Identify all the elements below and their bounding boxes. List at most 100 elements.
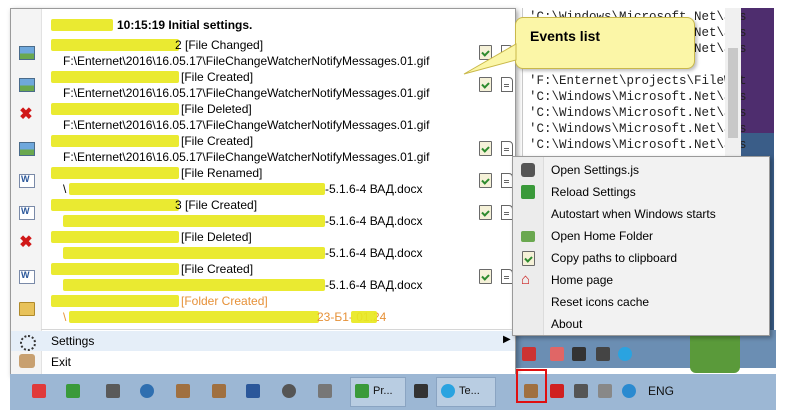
event-path-row[interactable]: F:\Enternet\2016\16.05.17\FileChangeWatc… xyxy=(11,85,515,101)
event-row[interactable]: [File Created] xyxy=(11,261,515,284)
event-path: -5.1.6-4 ВАД.docx xyxy=(325,246,423,260)
menu-separator xyxy=(41,329,515,330)
redacted-highlight xyxy=(63,247,325,259)
tray-app-icon[interactable] xyxy=(574,384,588,398)
event-path-row[interactable]: F:\Enternet\2016\16.05.17\FileChangeWatc… xyxy=(11,45,515,69)
redacted-highlight xyxy=(351,311,377,323)
tray-app-icon[interactable] xyxy=(522,347,536,361)
event-path: -5.1.6-4 ВАД.docx xyxy=(325,182,423,196)
language-indicator[interactable]: ENG xyxy=(648,384,674,398)
tray-app-icon[interactable] xyxy=(572,347,586,361)
menu-item-open-home-folder[interactable]: Open Home Folder xyxy=(513,225,769,247)
event-row[interactable]: ✖ [File Deleted] xyxy=(11,101,515,123)
event-path-row[interactable]: F:\Enternet\2016\16.05.17\FileChangeWatc… xyxy=(11,117,515,133)
event-path: F:\Enternet\2016\16.05.17\FileChangeWatc… xyxy=(63,54,430,68)
path-prefix: \ xyxy=(63,182,67,196)
event-path: F:\Enternet\2016\16.05.17\FileChangeWatc… xyxy=(63,150,430,164)
exit-menu-item[interactable]: Exit xyxy=(11,352,515,372)
event-row[interactable]: [File Created] xyxy=(11,133,515,156)
tray-app-icon[interactable] xyxy=(550,384,564,398)
redacted-highlight xyxy=(63,215,325,227)
redacted-highlight xyxy=(69,183,325,195)
event-status: [File Created] xyxy=(181,134,254,148)
menu-label: Open Settings.js xyxy=(551,163,640,177)
redacted-highlight xyxy=(51,167,179,179)
event-status: 3 [File Created] xyxy=(175,198,258,212)
event-status: [File Created] xyxy=(181,70,254,84)
event-path-row[interactable]: -5.1.6-4 ВАД.docx xyxy=(11,245,515,261)
redacted-highlight xyxy=(51,199,179,211)
clipboard-icon xyxy=(522,251,535,266)
menu-item-autostart[interactable]: Autostart when Windows starts xyxy=(513,203,769,225)
redacted-highlight xyxy=(69,311,319,323)
folder-open-icon xyxy=(521,231,535,242)
event-path: F:\Enternet\2016\16.05.17\FileChangeWatc… xyxy=(63,118,430,132)
taskbar-app-icon[interactable] xyxy=(32,384,46,398)
console-line: 'C:\Windows\Microsoft.Net\ass xyxy=(529,122,747,136)
console-line: 'F:\Enternet\projects\FileWat xyxy=(529,74,747,88)
event-path-row[interactable]: -5.1.6-4 ВАД.docx xyxy=(11,213,515,229)
redacted-highlight xyxy=(51,295,179,307)
menu-item-reload-settings[interactable]: Reload Settings xyxy=(513,181,769,203)
redacted-highlight xyxy=(51,231,179,243)
event-path-row[interactable]: -5.1.6-4 ВАД.docx xyxy=(11,277,515,293)
apply-icon xyxy=(521,185,535,199)
event-path: -5.1.6-4 ВАД.docx xyxy=(325,214,423,228)
taskbar-app-icon[interactable] xyxy=(414,384,428,398)
event-status: [File Created] xyxy=(181,262,254,276)
taskbar-app-icon[interactable] xyxy=(66,384,80,398)
word-icon[interactable] xyxy=(246,384,260,398)
events-popup-window: 10:15:19 Initial settings. 2 [File Chang… xyxy=(10,8,516,375)
skype-icon[interactable] xyxy=(622,384,636,398)
event-path-row[interactable]: \ -5.1.6-4 ВАД.docx xyxy=(11,181,515,197)
taskbar-app-icon[interactable] xyxy=(106,384,120,398)
telegram-icon[interactable] xyxy=(618,347,632,361)
tray-app-icon[interactable] xyxy=(550,347,564,361)
path-prefix: \ xyxy=(63,310,67,324)
menu-label: Reset icons cache xyxy=(551,295,650,309)
event-path: F:\Enternet\2016\16.05.17\FileChangeWatc… xyxy=(63,86,430,100)
event-row[interactable]: ✖ [File Deleted] xyxy=(11,229,515,251)
lock-icon[interactable] xyxy=(282,384,296,398)
menu-label: Reload Settings xyxy=(551,185,636,199)
event-path-row[interactable]: F:\Enternet\2016\16.05.17\FileChangeWatc… xyxy=(11,149,515,165)
event-row[interactable]: 3 [File Created] xyxy=(11,197,515,220)
menu-item-copy-paths[interactable]: Copy paths to clipboard xyxy=(513,247,769,269)
event-row[interactable]: [File Created] xyxy=(11,69,515,92)
event-row[interactable]: 2 [File Changed] xyxy=(11,37,515,60)
taskbar-app-icon[interactable] xyxy=(318,384,332,398)
events-header: 10:15:19 Initial settings. xyxy=(11,17,515,33)
event-path: -5.1.6-4 ВАД.docx xyxy=(325,278,423,292)
console-line: 'C:\Windows\Microsoft.Net\ass xyxy=(529,138,747,152)
redacted-highlight xyxy=(51,19,113,31)
taskbar-app-icon[interactable] xyxy=(176,384,190,398)
event-row[interactable]: [Folder Created] xyxy=(11,293,515,316)
menu-item-about[interactable]: About xyxy=(513,313,769,335)
event-path-row[interactable]: \ 23-Б1- 01.24 xyxy=(11,309,515,325)
menu-item-home-page[interactable]: ⌂ Home page xyxy=(513,269,769,291)
search-icon[interactable] xyxy=(140,384,154,398)
taskbar-button-pr[interactable]: Pr... xyxy=(350,377,406,407)
settings-file-icon xyxy=(521,163,535,177)
redacted-highlight xyxy=(51,103,179,115)
network-icon[interactable] xyxy=(598,384,612,398)
event-status: [File Deleted] xyxy=(181,230,252,244)
taskbar-app-icon[interactable] xyxy=(212,384,226,398)
menu-item-open-settings[interactable]: Open Settings.js xyxy=(513,159,769,181)
menu-item-reset-icons-cache[interactable]: Reset icons cache xyxy=(513,291,769,313)
tray-app-icon[interactable] xyxy=(596,347,610,361)
menu-label: Autostart when Windows starts xyxy=(551,207,716,221)
settings-menu-item[interactable]: Settings ▶ xyxy=(11,331,515,351)
menu-label: Open Home Folder xyxy=(551,229,654,243)
console-scrollbar[interactable] xyxy=(725,8,741,158)
telegram-icon xyxy=(441,384,455,398)
event-row[interactable]: [File Renamed] xyxy=(11,165,515,188)
taskbar-button-te[interactable]: Te... xyxy=(436,377,496,407)
gear-icon xyxy=(20,335,36,351)
redacted-highlight xyxy=(51,263,179,275)
event-status: [File Deleted] xyxy=(181,102,252,116)
redacted-highlight xyxy=(51,39,179,51)
tray-context-menu: Open Settings.js Reload Settings Autosta… xyxy=(512,156,770,336)
console-scroll-thumb[interactable] xyxy=(728,48,738,138)
taskbar-button-label: Pr... xyxy=(373,385,393,397)
